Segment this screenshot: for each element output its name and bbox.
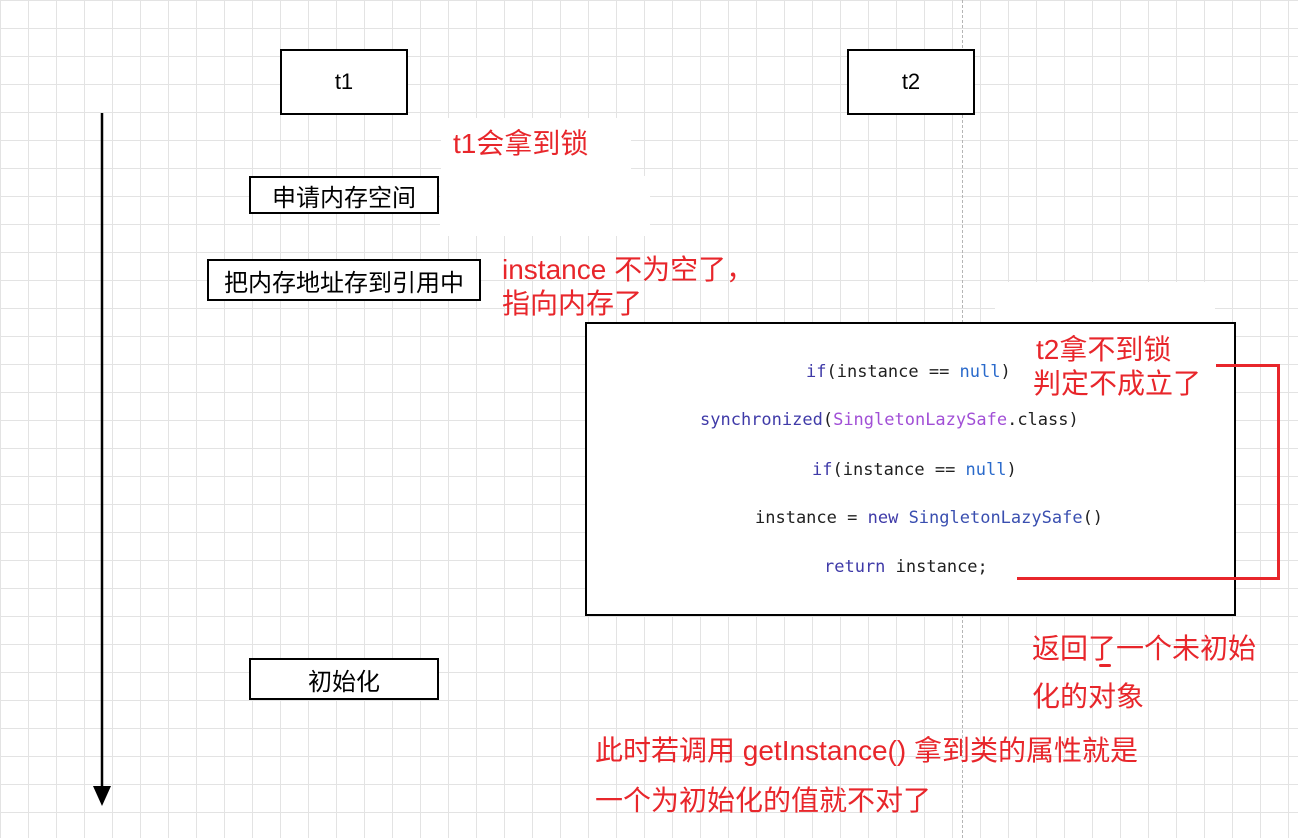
t1-lock-note: t1会拿到锁 xyxy=(453,128,589,159)
thread-t1-label: t1 xyxy=(334,69,354,94)
step-assign-reference: 把内存地址存到引用中 xyxy=(207,259,481,301)
thread-t2-box: t2 xyxy=(847,49,975,115)
conclusion-note-line2: 一个为初始化的值就不对了 xyxy=(595,785,932,816)
step-allocate-label: 申请内存空间 xyxy=(272,184,416,212)
code-line-synchronized: synchronized(SingletonLazySafe.class) xyxy=(700,410,1079,430)
thread-t2-label: t2 xyxy=(901,69,921,94)
returned-note-line1: 返回了一个未初始 xyxy=(1032,633,1257,664)
t2-no-lock-note-line2: 判定不成立了 xyxy=(1033,368,1202,399)
step-assign-label: 把内存地址存到引用中 xyxy=(224,269,464,297)
timeline-arrow xyxy=(93,113,111,806)
returned-note-line2: 化的对象 xyxy=(1032,681,1145,712)
bracket-top xyxy=(1216,364,1280,367)
text-backdrop xyxy=(995,282,1215,322)
bracket-bottom xyxy=(1017,577,1280,580)
step-init-label: 初始化 xyxy=(308,668,380,696)
code-line-if-2: if(instance == null) xyxy=(812,460,1017,480)
conclusion-note-line1: 此时若调用 getInstance() 拿到类的属性就是 xyxy=(595,735,1138,766)
step-initialize: 初始化 xyxy=(249,658,439,700)
text-backdrop xyxy=(440,176,650,236)
returned-underline xyxy=(1099,664,1111,667)
code-line-return: return instance; xyxy=(824,557,988,577)
instance-not-null-note-line2: 指向内存了 xyxy=(502,288,643,319)
code-line-new-instance: instance = new SingletonLazySafe() xyxy=(755,508,1104,528)
step-allocate-memory: 申请内存空间 xyxy=(249,176,439,214)
thread-t1-box: t1 xyxy=(280,49,408,115)
code-line-if-1: if(instance == null) xyxy=(806,362,1011,382)
bracket-right xyxy=(1277,364,1280,580)
t2-no-lock-note-line1: t2拿不到锁 xyxy=(1036,334,1172,365)
instance-not-null-note-line1: instance 不为空了， xyxy=(502,254,755,285)
